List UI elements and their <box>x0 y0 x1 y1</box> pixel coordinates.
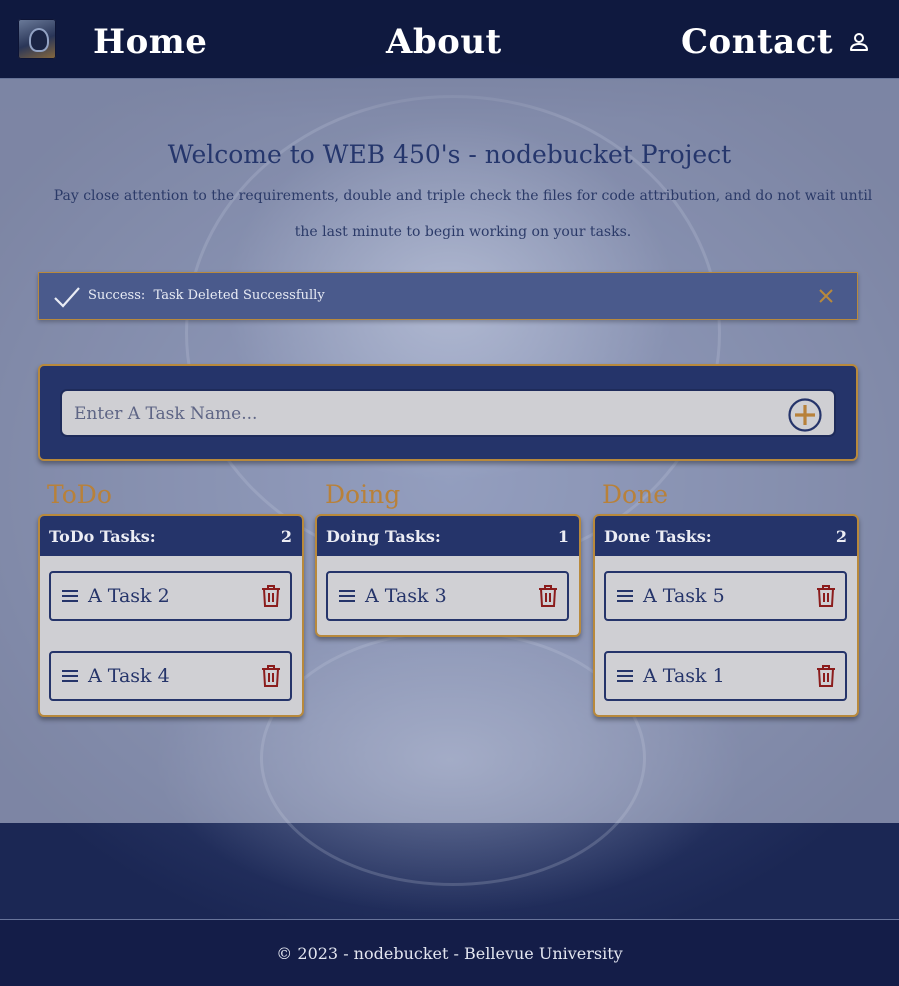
task-card[interactable]: A Task 5 <box>604 571 847 621</box>
nav-contact-link[interactable]: Contact <box>681 20 833 64</box>
task-card[interactable]: A Task 2 <box>49 571 292 621</box>
done-column-header: Done Tasks: 2 <box>595 516 857 556</box>
task-name: A Task 3 <box>365 585 447 607</box>
add-task-button[interactable] <box>788 398 822 432</box>
column-count: 1 <box>557 527 569 546</box>
task-name: A Task 1 <box>643 665 725 687</box>
column-title: ToDo Tasks: <box>49 527 156 546</box>
column-title: Doing Tasks: <box>326 527 441 546</box>
trash-icon[interactable] <box>260 664 282 688</box>
page-title: Welcome to WEB 450's - nodebucket Projec… <box>167 140 732 169</box>
task-card[interactable]: A Task 4 <box>49 651 292 701</box>
drag-handle-icon[interactable] <box>61 589 79 603</box>
drag-handle-icon[interactable] <box>616 589 634 603</box>
drag-handle-icon[interactable] <box>338 589 356 603</box>
drag-handle-icon[interactable] <box>61 669 79 683</box>
done-heading: Done <box>602 480 668 509</box>
trash-icon[interactable] <box>815 584 837 608</box>
task-name-input[interactable] <box>72 391 776 437</box>
task-name: A Task 5 <box>643 585 725 607</box>
task-input-container <box>60 389 836 437</box>
nav-home-link[interactable]: Home <box>93 20 207 64</box>
alert-label: Success: <box>88 288 146 303</box>
checkmark-icon <box>54 287 80 308</box>
success-alert: Success: Task Deleted Successfully <box>38 272 858 320</box>
column-title: Done Tasks: <box>604 527 712 546</box>
doing-column-header: Doing Tasks: 1 <box>317 516 579 556</box>
column-count: 2 <box>280 527 292 546</box>
task-name: A Task 2 <box>88 585 170 607</box>
trash-icon[interactable] <box>260 584 282 608</box>
user-icon[interactable] <box>848 31 870 53</box>
todo-column: ToDo Tasks: 2 A Task 2 A Task 4 <box>38 514 304 717</box>
nav-about-link[interactable]: About <box>386 20 502 64</box>
todo-heading: ToDo <box>47 480 112 509</box>
drag-handle-icon[interactable] <box>616 669 634 683</box>
footer: © 2023 - nodebucket - Bellevue Universit… <box>0 919 899 986</box>
doing-heading: Doing <box>325 480 401 509</box>
task-name: A Task 4 <box>88 665 170 687</box>
task-form <box>38 364 858 461</box>
task-card[interactable]: A Task 1 <box>604 651 847 701</box>
logo[interactable] <box>18 19 56 59</box>
close-icon[interactable] <box>817 287 835 305</box>
navbar: Home About Contact <box>0 0 899 79</box>
footer-text: © 2023 - nodebucket - Bellevue Universit… <box>276 944 623 963</box>
todo-column-header: ToDo Tasks: 2 <box>40 516 302 556</box>
trash-icon[interactable] <box>815 664 837 688</box>
task-card[interactable]: A Task 3 <box>326 571 569 621</box>
page-description: Pay close attention to the requirements,… <box>53 188 873 240</box>
done-column: Done Tasks: 2 A Task 5 A Task 1 <box>593 514 859 717</box>
alert-text: Success: Task Deleted Successfully <box>88 288 325 303</box>
column-count: 2 <box>835 527 847 546</box>
trash-icon[interactable] <box>537 584 559 608</box>
alert-message: Task Deleted Successfully <box>153 288 325 303</box>
doing-column: Doing Tasks: 1 A Task 3 <box>315 514 581 637</box>
